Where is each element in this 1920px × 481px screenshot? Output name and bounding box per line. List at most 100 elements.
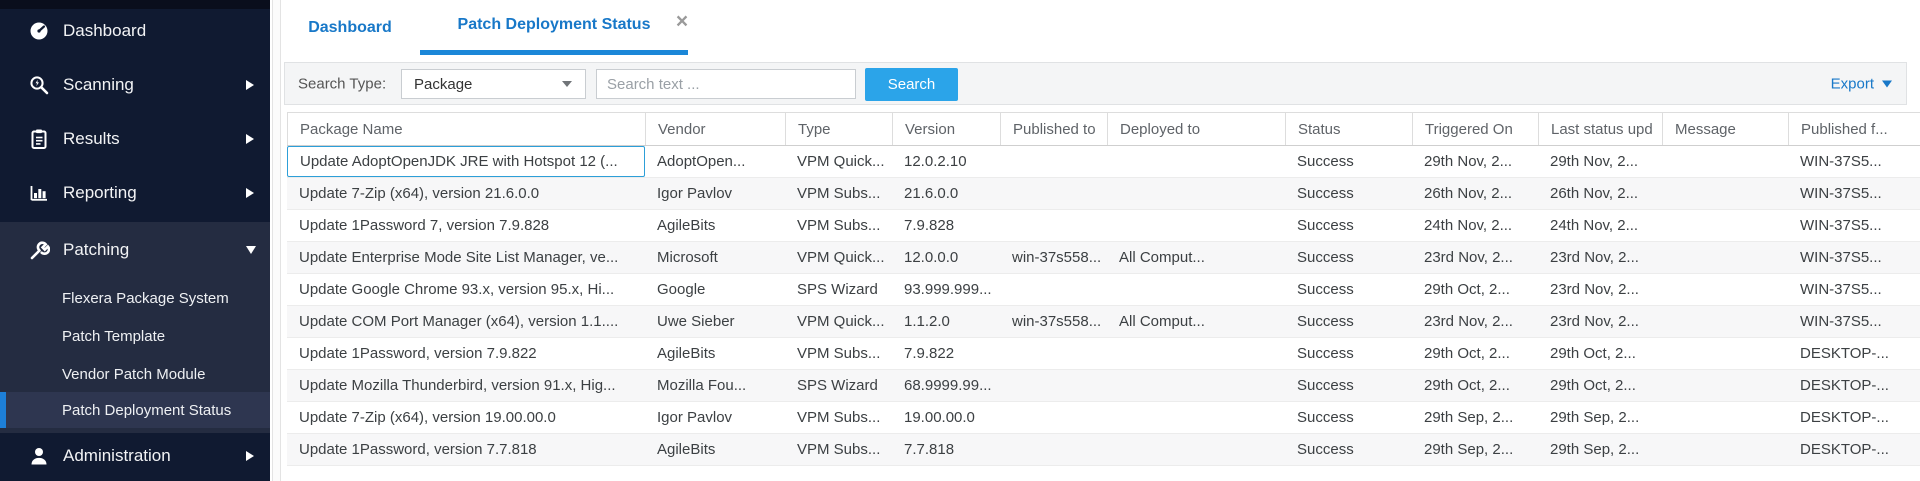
table-cell[interactable]: Update AdoptOpenJDK JRE with Hotspot 12 … <box>287 146 645 177</box>
table-row[interactable]: Update 7-Zip (x64), version 21.6.0.0Igor… <box>287 178 1920 210</box>
table-cell[interactable]: Update 1Password, version 7.9.822 <box>287 338 645 369</box>
search-button[interactable]: Search <box>865 68 958 101</box>
table-cell[interactable]: 23rd Nov, 2... <box>1538 242 1662 273</box>
table-cell[interactable]: WIN-37S5... <box>1788 242 1920 273</box>
table-cell[interactable]: VPM Subs... <box>785 434 892 465</box>
sidebar-item-results[interactable]: Results <box>0 116 270 162</box>
table-cell[interactable] <box>1107 274 1285 305</box>
table-cell[interactable]: Success <box>1285 242 1412 273</box>
table-cell[interactable]: 26th Nov, 2... <box>1412 178 1538 209</box>
table-cell[interactable]: Success <box>1285 306 1412 337</box>
sidebar-item-patching[interactable]: Patching <box>0 227 270 273</box>
table-cell[interactable]: VPM Quick... <box>785 242 892 273</box>
table-cell[interactable]: VPM Subs... <box>785 210 892 241</box>
table-cell[interactable]: VPM Subs... <box>785 402 892 433</box>
table-cell[interactable] <box>1662 178 1788 209</box>
table-cell[interactable]: win-37s558... <box>1000 242 1107 273</box>
table-cell[interactable] <box>1107 370 1285 401</box>
table-cell[interactable]: 12.0.2.10 <box>892 146 1000 177</box>
tab-patch-deployment-status[interactable]: Patch Deployment Status <box>420 0 688 55</box>
table-cell[interactable]: Success <box>1285 370 1412 401</box>
table-row[interactable]: Update 1Password, version 7.7.818AgileBi… <box>287 434 1920 466</box>
table-cell[interactable]: Success <box>1285 210 1412 241</box>
table-cell[interactable]: Update Google Chrome 93.x, version 95.x,… <box>287 274 645 305</box>
table-cell[interactable]: win-37s558... <box>1000 306 1107 337</box>
table-cell[interactable]: Success <box>1285 402 1412 433</box>
table-cell[interactable] <box>1662 434 1788 465</box>
table-cell[interactable]: 23rd Nov, 2... <box>1538 306 1662 337</box>
table-row[interactable]: Update Google Chrome 93.x, version 95.x,… <box>287 274 1920 306</box>
table-row[interactable]: Update COM Port Manager (x64), version 1… <box>287 306 1920 338</box>
table-cell[interactable]: Microsoft <box>645 242 785 273</box>
table-cell[interactable]: DESKTOP-... <box>1788 370 1920 401</box>
table-cell[interactable]: Uwe Sieber <box>645 306 785 337</box>
table-cell[interactable] <box>1000 370 1107 401</box>
table-cell[interactable]: WIN-37S5... <box>1788 306 1920 337</box>
sidebar-item-dashboard[interactable]: Dashboard <box>0 8 270 54</box>
table-cell[interactable]: AgileBits <box>645 338 785 369</box>
table-cell[interactable]: WIN-37S5... <box>1788 146 1920 177</box>
column-header-last-status-upd[interactable]: Last status upd <box>1538 113 1662 145</box>
table-cell[interactable]: 23rd Nov, 2... <box>1412 306 1538 337</box>
table-cell[interactable]: VPM Quick... <box>785 306 892 337</box>
table-cell[interactable]: Update COM Port Manager (x64), version 1… <box>287 306 645 337</box>
table-cell[interactable] <box>1000 402 1107 433</box>
column-header-version[interactable]: Version <box>892 113 1000 145</box>
table-cell[interactable] <box>1662 306 1788 337</box>
table-cell[interactable] <box>1107 434 1285 465</box>
table-cell[interactable]: 29th Sep, 2... <box>1538 434 1662 465</box>
table-cell[interactable] <box>1107 146 1285 177</box>
table-cell[interactable]: Success <box>1285 338 1412 369</box>
close-icon[interactable]: × <box>670 10 694 34</box>
table-cell[interactable]: Google <box>645 274 785 305</box>
table-cell[interactable]: AgileBits <box>645 434 785 465</box>
sidebar-subitem-patch-deployment-status[interactable]: Patch Deployment Status <box>0 392 270 428</box>
table-cell[interactable] <box>1662 402 1788 433</box>
table-cell[interactable]: 29th Oct, 2... <box>1412 338 1538 369</box>
column-header-published-from[interactable]: Published f... <box>1788 113 1920 145</box>
table-cell[interactable]: AgileBits <box>645 210 785 241</box>
search-input[interactable] <box>596 69 856 99</box>
table-cell[interactable] <box>1662 146 1788 177</box>
table-cell[interactable]: 26th Nov, 2... <box>1538 178 1662 209</box>
table-row[interactable]: Update 7-Zip (x64), version 19.00.00.0Ig… <box>287 402 1920 434</box>
table-cell[interactable]: SPS Wizard <box>785 274 892 305</box>
table-cell[interactable]: WIN-37S5... <box>1788 178 1920 209</box>
table-cell[interactable]: VPM Subs... <box>785 338 892 369</box>
table-cell[interactable]: 29th Nov, 2... <box>1412 146 1538 177</box>
table-cell[interactable]: Success <box>1285 178 1412 209</box>
table-row[interactable]: Update Mozilla Thunderbird, version 91.x… <box>287 370 1920 402</box>
table-cell[interactable]: DESKTOP-... <box>1788 402 1920 433</box>
column-header-message[interactable]: Message <box>1662 113 1788 145</box>
table-cell[interactable]: AdoptOpen... <box>645 146 785 177</box>
table-cell[interactable]: 24th Nov, 2... <box>1412 210 1538 241</box>
table-cell[interactable]: Igor Pavlov <box>645 178 785 209</box>
table-cell[interactable]: 23rd Nov, 2... <box>1412 242 1538 273</box>
table-cell[interactable]: 93.999.999... <box>892 274 1000 305</box>
table-cell[interactable]: 29th Nov, 2... <box>1538 146 1662 177</box>
table-cell[interactable] <box>1107 338 1285 369</box>
column-header-deployed-to[interactable]: Deployed to <box>1107 113 1285 145</box>
table-cell[interactable]: Success <box>1285 434 1412 465</box>
table-cell[interactable]: Success <box>1285 146 1412 177</box>
table-cell[interactable]: All Comput... <box>1107 242 1285 273</box>
table-cell[interactable]: Mozilla Fou... <box>645 370 785 401</box>
splitter-gutter[interactable] <box>272 0 281 481</box>
sidebar-item-administration[interactable]: Administration <box>0 433 270 479</box>
table-cell[interactable]: 7.9.828 <box>892 210 1000 241</box>
table-cell[interactable]: 29th Sep, 2... <box>1538 402 1662 433</box>
table-cell[interactable]: 21.6.0.0 <box>892 178 1000 209</box>
table-cell[interactable]: 12.0.0.0 <box>892 242 1000 273</box>
sidebar-subitem-vendor-patch-module[interactable]: Vendor Patch Module <box>0 355 270 393</box>
table-row[interactable]: Update Enterprise Mode Site List Manager… <box>287 242 1920 274</box>
table-cell[interactable] <box>1662 370 1788 401</box>
table-cell[interactable]: 1.1.2.0 <box>892 306 1000 337</box>
table-cell[interactable]: 29th Sep, 2... <box>1412 434 1538 465</box>
table-cell[interactable] <box>1662 210 1788 241</box>
sidebar-item-scanning[interactable]: Scanning <box>0 62 270 108</box>
table-cell[interactable]: 29th Oct, 2... <box>1412 370 1538 401</box>
table-cell[interactable]: 23rd Nov, 2... <box>1538 274 1662 305</box>
table-row[interactable]: Update 1Password 7, version 7.9.828Agile… <box>287 210 1920 242</box>
sidebar-subitem-flexera-package-system[interactable]: Flexera Package System <box>0 279 270 317</box>
search-type-select[interactable]: Package <box>401 69 586 99</box>
